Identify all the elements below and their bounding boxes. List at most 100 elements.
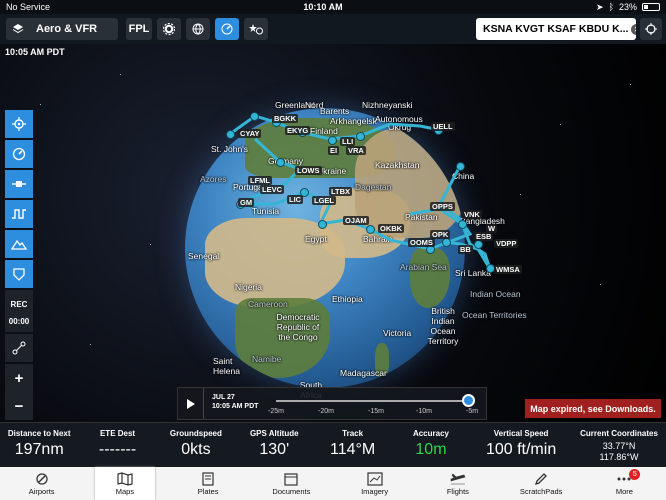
play-icon xyxy=(186,398,195,409)
airport-label[interactable]: EKYG xyxy=(285,126,311,135)
globe-icon xyxy=(192,23,204,35)
airport-label[interactable]: VDPP xyxy=(494,239,519,248)
airport-dot[interactable] xyxy=(474,240,483,249)
orientation-button[interactable] xyxy=(5,140,33,168)
tab-label: Documents xyxy=(272,486,311,496)
instrument-groundspeed[interactable]: Groundspeed 0kts xyxy=(157,423,235,467)
settings-button[interactable] xyxy=(157,18,181,40)
pencil-icon xyxy=(535,472,548,485)
airport-label[interactable]: GM xyxy=(238,198,255,207)
airport-label[interactable]: EI xyxy=(328,146,340,155)
route-input[interactable]: KSNA KVGT KSAF KBDU K... ✕ xyxy=(476,18,636,40)
favorites-timer-button[interactable] xyxy=(244,18,268,40)
timeline-date-label: JUL 27 xyxy=(212,394,235,401)
map-icon xyxy=(117,471,133,486)
instrument-track[interactable]: Track 114°M xyxy=(313,423,391,467)
timeline-tick: -15m xyxy=(368,408,384,415)
airport-label[interactable]: OOMS xyxy=(408,238,435,247)
airport-label[interactable]: OJAM xyxy=(343,216,369,225)
zoom-out-button[interactable]: − xyxy=(5,392,33,420)
clear-route-icon[interactable]: ✕ xyxy=(631,23,636,35)
tab-documents[interactable]: Documents xyxy=(261,467,321,500)
instrument-label: Track xyxy=(342,429,364,438)
airport-label[interactable]: VNK xyxy=(462,210,482,219)
airport-label[interactable]: LEVC xyxy=(260,185,285,194)
airport-label[interactable]: LOWS xyxy=(295,166,322,175)
map-view[interactable]: 10:05 AM PDT Greenland Nord Nizhneyanski… xyxy=(0,44,666,422)
airport-label[interactable]: LGEL xyxy=(312,196,336,205)
tab-maps[interactable]: Maps xyxy=(94,467,155,500)
profile-view-button[interactable] xyxy=(5,200,33,228)
instrument-panel[interactable]: Distance to Next 197nm ETE Dest ------- … xyxy=(0,422,666,467)
battery-percent: 23% xyxy=(618,2,637,12)
route-text: KSNA KVGT KSAF KBDU K... xyxy=(483,23,629,35)
tab-plates[interactable]: Plates xyxy=(178,467,238,500)
instrument-current-coordinates[interactable]: Current Coordinates 33.77°N 117.86°W xyxy=(572,423,666,467)
timeline-tick: -5m xyxy=(466,408,479,415)
airport-icon xyxy=(35,472,48,485)
airport-dot[interactable] xyxy=(318,220,327,229)
tab-more[interactable]: More 5 xyxy=(594,467,654,500)
airport-label[interactable]: OKBK xyxy=(378,224,405,233)
play-button[interactable] xyxy=(178,388,204,419)
instrument-value: 10m xyxy=(415,441,447,458)
tab-imagery[interactable]: Imagery xyxy=(345,467,405,500)
airport-label[interactable]: LTBX xyxy=(329,187,353,196)
documents-icon xyxy=(284,472,298,486)
gps-status-button[interactable] xyxy=(640,18,662,40)
airport-dot[interactable] xyxy=(366,225,375,234)
airport-label[interactable]: LIC xyxy=(287,195,304,204)
map-expired-banner[interactable]: Map expired, see Downloads. xyxy=(525,399,661,418)
airport-dot[interactable] xyxy=(456,162,465,171)
airport-label[interactable]: UELL xyxy=(431,122,455,131)
clock-label: 10:10 AM xyxy=(303,2,343,12)
zoom-in-button[interactable]: + xyxy=(5,364,33,392)
terrain-button[interactable] xyxy=(5,230,33,258)
compass-icon xyxy=(12,147,26,161)
instrument-accuracy[interactable]: Accuracy 10m xyxy=(392,423,470,467)
tab-label: Airports xyxy=(28,486,55,496)
airport-label[interactable]: W xyxy=(486,224,498,233)
battery-icon xyxy=(641,3,660,11)
airport-dot[interactable] xyxy=(276,158,285,167)
imagery-icon xyxy=(367,471,383,486)
bluetooth-icon: ᛒ xyxy=(608,2,614,12)
airport-label[interactable]: OPK xyxy=(430,230,451,239)
layers-icon xyxy=(12,24,24,34)
airport-label[interactable]: VRA xyxy=(346,146,366,155)
fpl-button[interactable]: FPL xyxy=(126,18,152,40)
airport-label[interactable]: ESB xyxy=(474,232,494,241)
track-up-button[interactable] xyxy=(215,18,239,40)
route-line-button[interactable] xyxy=(5,170,33,198)
tab-flights[interactable]: Flights xyxy=(428,467,488,500)
instrument-ete-dest[interactable]: ETE Dest ------- xyxy=(78,423,156,467)
fpl-label: FPL xyxy=(128,23,150,35)
map-profile-button[interactable]: Aero & VFR xyxy=(6,18,118,40)
instrument-gps-altitude[interactable]: GPS Altitude 130' xyxy=(235,423,313,467)
airport-dot[interactable] xyxy=(250,112,259,121)
tab-label: More xyxy=(615,486,633,496)
instrument-vertical-speed[interactable]: Vertical Speed 100 ft/min xyxy=(470,423,572,467)
airport-dot[interactable] xyxy=(458,220,467,229)
instrument-distance-to-next[interactable]: Distance to Next 197nm xyxy=(0,423,78,467)
timeline-slider-track[interactable] xyxy=(276,400,472,402)
airport-label[interactable]: BB xyxy=(458,245,473,254)
timeline-slider-knob[interactable] xyxy=(462,394,476,407)
map-mode-button[interactable] xyxy=(186,18,210,40)
airport-dot[interactable] xyxy=(328,136,337,145)
airport-label[interactable]: BGKK xyxy=(272,114,299,123)
airport-dot[interactable] xyxy=(442,238,451,247)
center-on-ownship-button[interactable] xyxy=(5,110,33,138)
airport-dot[interactable] xyxy=(226,130,235,139)
airport-label[interactable]: CYAY xyxy=(238,129,262,138)
airport-label[interactable]: WMSA xyxy=(494,265,522,274)
tab-scratchpads[interactable]: ScratchPads xyxy=(511,467,571,500)
airport-label[interactable]: LLI xyxy=(340,137,356,146)
timer-button[interactable]: 00:00 xyxy=(5,310,33,332)
airport-dot[interactable] xyxy=(356,132,365,141)
measure-button[interactable] xyxy=(5,334,33,362)
tab-airports[interactable]: Airports xyxy=(12,467,72,500)
airport-label[interactable]: LFML xyxy=(248,176,272,185)
airport-label[interactable]: OPPS xyxy=(430,202,455,211)
synthetic-vision-button[interactable] xyxy=(5,260,33,288)
